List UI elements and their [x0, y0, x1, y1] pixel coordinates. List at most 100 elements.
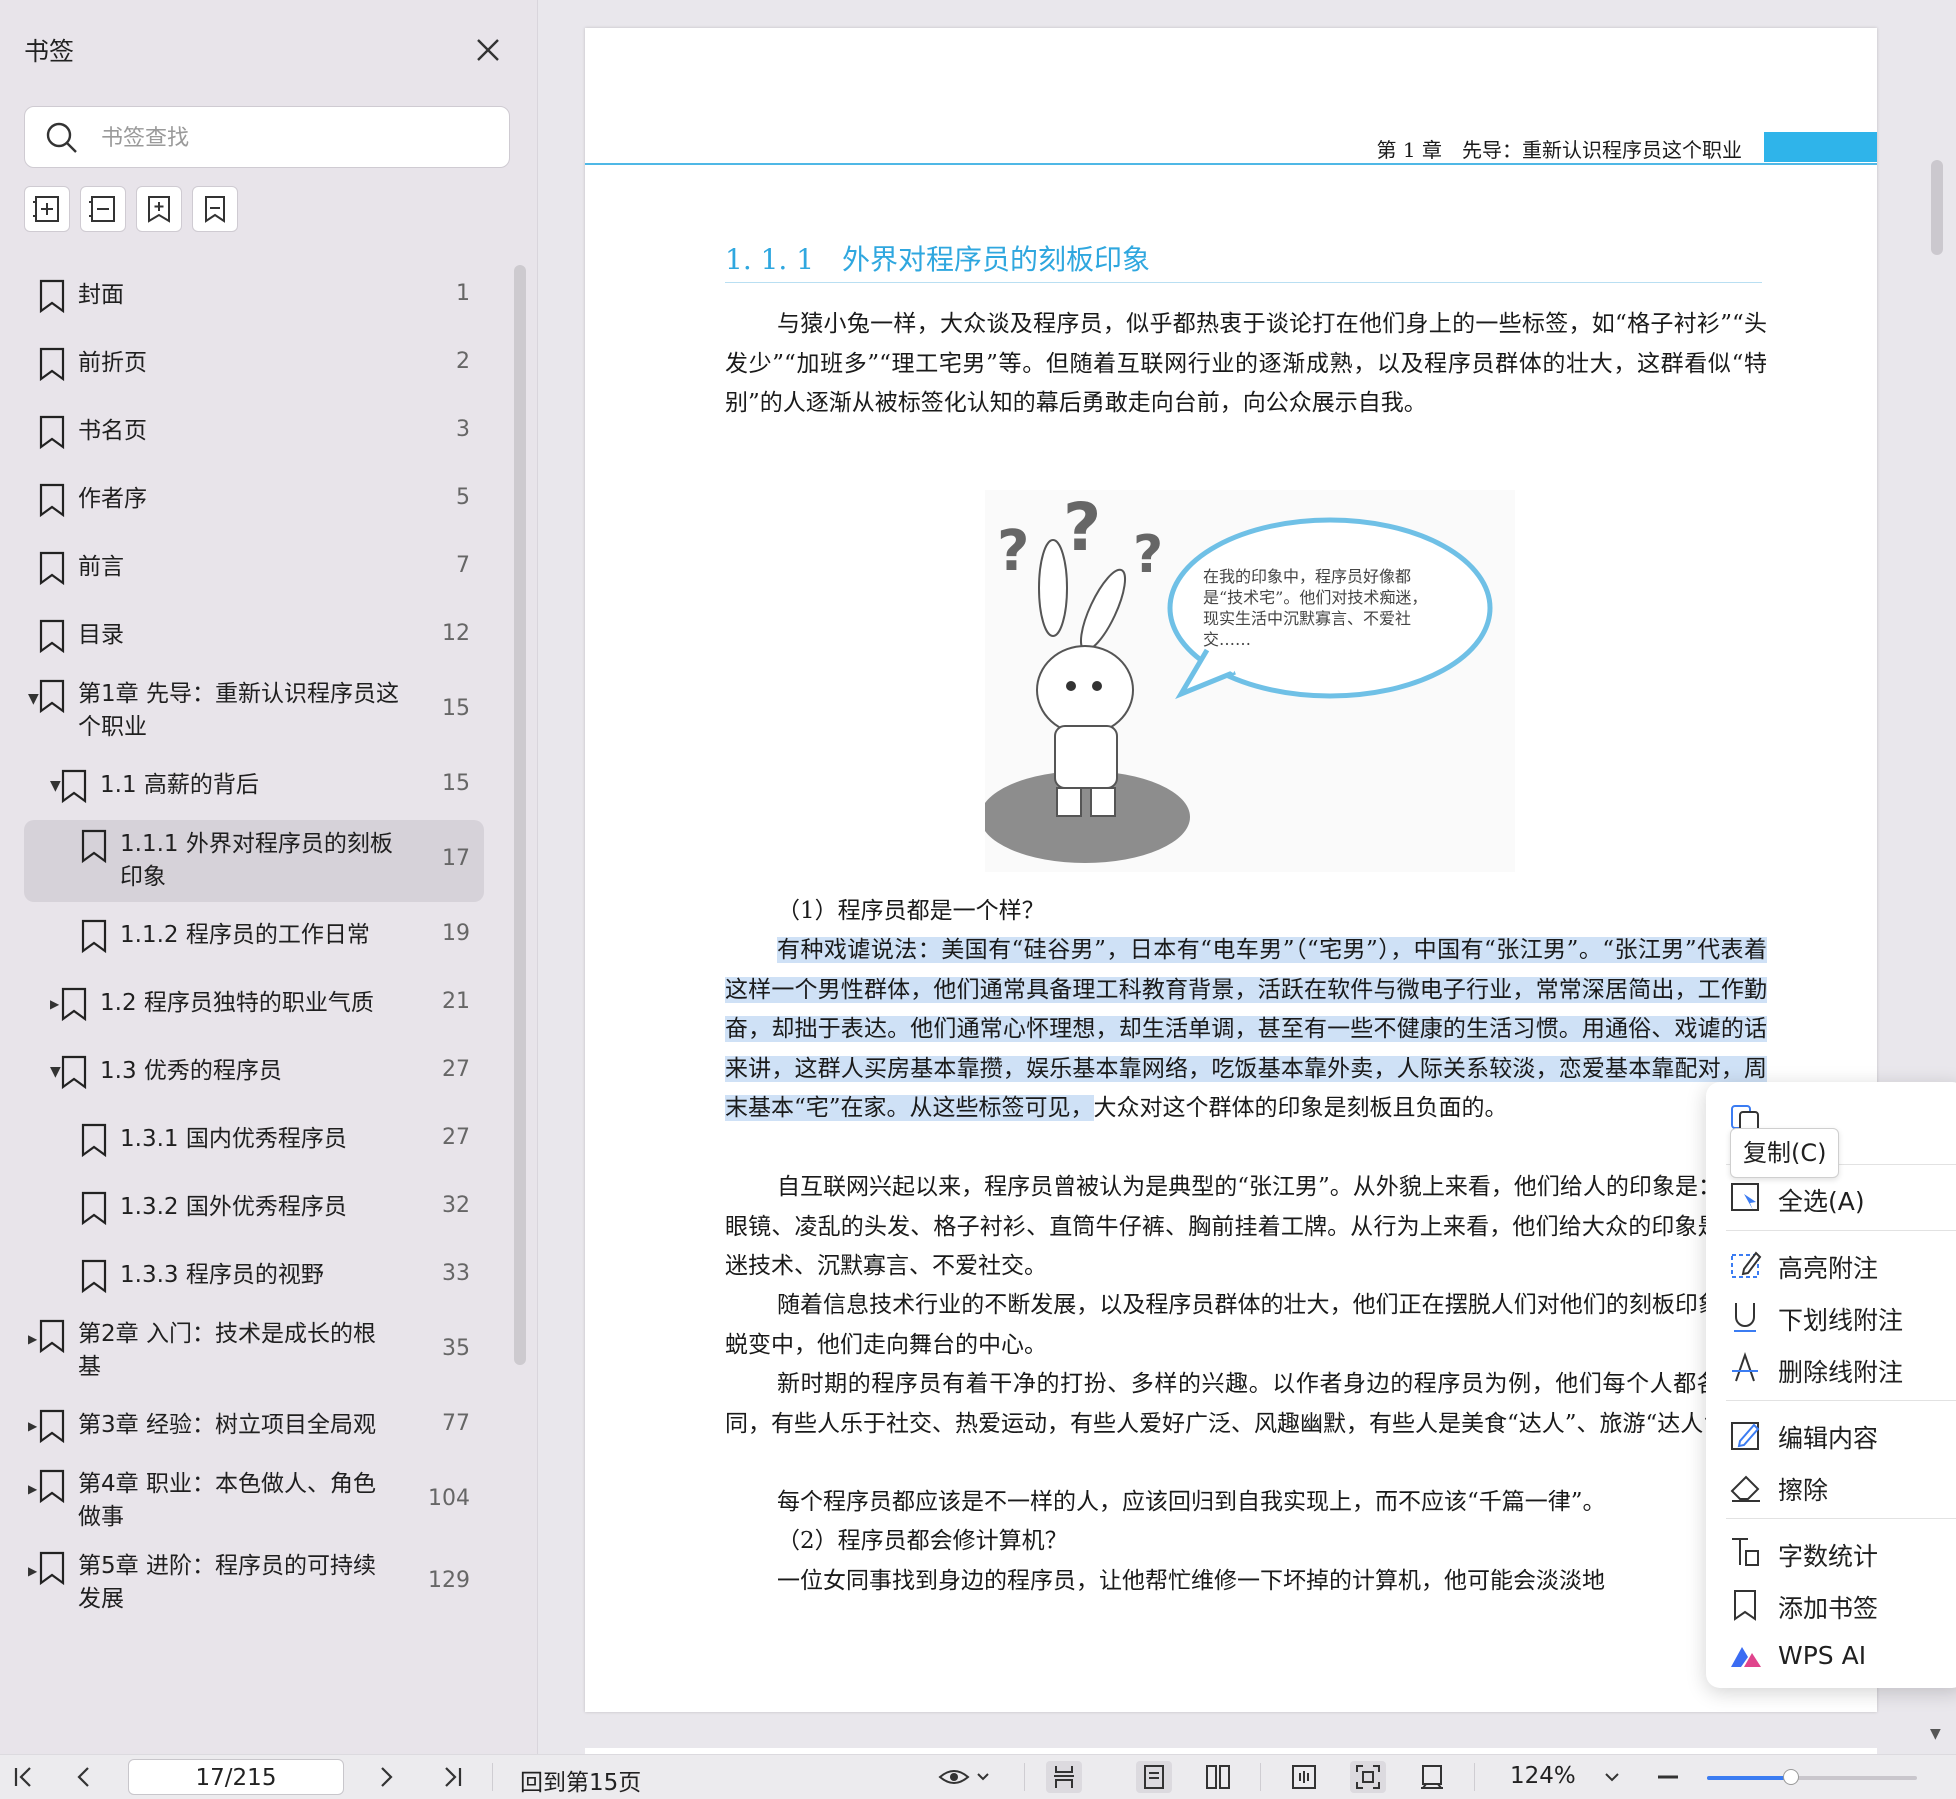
bookmark-item[interactable]: ▶ 第3章 经验：树立项目全局观 77: [24, 1392, 484, 1460]
eraser-icon: [1730, 1475, 1760, 1502]
bookmark-search-box[interactable]: [24, 106, 510, 168]
menu-erase[interactable]: 擦除: [1706, 1461, 1956, 1511]
intro-paragraph[interactable]: 与猿小兔一样，大众谈及程序员，似乎都热衷于谈论打在他们身上的一些标签，如“格子衬…: [725, 305, 1767, 424]
question-1[interactable]: （1）程序员都是一个样？: [725, 892, 1767, 932]
bookmark-item[interactable]: 前折页 2: [24, 330, 484, 398]
paragraph-6[interactable]: 每个程序员都应该是不一样的人，应该回归到自我实现上，而不应该“千篇一律”。: [725, 1483, 1767, 1523]
close-icon[interactable]: [470, 32, 506, 68]
fit-page-button[interactable]: [1350, 1761, 1386, 1793]
first-page-button[interactable]: [6, 1761, 42, 1793]
bookmark-item[interactable]: 1.3.2 国外优秀程序员 32: [24, 1174, 484, 1242]
fit-width-button[interactable]: [1286, 1761, 1322, 1793]
bookmark-label: 书名页: [78, 418, 147, 444]
bookmark-icon: [39, 1469, 65, 1504]
zoom-level[interactable]: 124%: [1510, 1763, 1576, 1789]
single-page-button[interactable]: [1136, 1761, 1172, 1793]
scroll-down-arrow-icon[interactable]: ▼: [1930, 1726, 1941, 1742]
add-bookmark-button[interactable]: [24, 186, 70, 232]
bookmark-item[interactable]: 目录 12: [24, 602, 484, 670]
sidebar-scrollbar[interactable]: [514, 265, 526, 1365]
menu-strikethrough-note[interactable]: 删除线附注: [1706, 1343, 1956, 1393]
document-scrollbar[interactable]: [1931, 160, 1943, 255]
page-number-input[interactable]: 17/215: [128, 1759, 344, 1795]
menu-wps-ai[interactable]: WPS AI: [1706, 1631, 1956, 1681]
bookmark-item[interactable]: ▶ 第5章 进阶：程序员的可持续 发展 129: [24, 1542, 484, 1624]
chevron-right-icon: [381, 1767, 393, 1787]
bookmark-icon: [39, 679, 65, 714]
svg-text:?: ?: [997, 519, 1029, 584]
rotate-page-button[interactable]: [1414, 1761, 1450, 1793]
status-bar: 17/215 回到第15页 124%: [0, 1754, 1956, 1799]
next-page-button[interactable]: [368, 1761, 404, 1793]
zoom-slider-fill: [1707, 1776, 1791, 1780]
menu-add-bookmark[interactable]: 添加书签: [1706, 1579, 1956, 1629]
bookmark-page-number: 27: [442, 1125, 470, 1150]
eye-protection-toggle[interactable]: [934, 1761, 994, 1793]
zoom-out-button[interactable]: [1650, 1761, 1686, 1793]
svg-text:?: ?: [1063, 490, 1101, 566]
bookmark-list: 封面 1 前折页 2 书名页 3 作者序 5 前言 7 目录 12 ▼ 第1章 先导：重新认识程序员这 个职…: [0, 262, 510, 1754]
rotate-page-icon: [1421, 1765, 1443, 1789]
remove-bookmark-button[interactable]: [80, 186, 126, 232]
single-page-icon: [1144, 1765, 1164, 1789]
bookmark-item[interactable]: 封面 1: [24, 262, 484, 330]
menu-word-count[interactable]: 字数统计: [1706, 1527, 1956, 1577]
bookmark-label: 1.2 程序员独特的职业气质: [100, 990, 374, 1016]
chevron-left-icon: [77, 1767, 89, 1787]
svg-text:?: ?: [1133, 525, 1163, 585]
continuous-scroll-button[interactable]: [1046, 1761, 1082, 1793]
bookmark-item[interactable]: ▶ 第2章 入门：技术是成长的根基 35: [24, 1310, 484, 1392]
bookmark-icon: [39, 619, 65, 654]
rabbit-illustration: ? ? ? 在我的印象中，程序员好像都是“技术宅”。他们对技术痴迷，现实生活中沉…: [980, 489, 1515, 872]
bookmark-page-number: 33: [442, 1261, 470, 1286]
bookmark-label: 1.3.1 国内优秀程序员: [120, 1126, 347, 1152]
zoom-slider[interactable]: [1707, 1769, 1917, 1785]
edit-content-icon: [1731, 1422, 1760, 1450]
remove-bookmark-icon: [89, 196, 115, 222]
bookmark-item[interactable]: 书名页 3: [24, 398, 484, 466]
bookmark-item[interactable]: 1.3.3 程序员的视野 33: [24, 1242, 484, 1310]
menu-select-all[interactable]: 全选(A): [1706, 1172, 1956, 1222]
bookmark-item[interactable]: 前言 7: [24, 534, 484, 602]
bookmark-item[interactable]: ▼ 1.1 高薪的背后 15: [24, 752, 484, 820]
two-page-button[interactable]: [1200, 1761, 1236, 1793]
previous-page-button[interactable]: [66, 1761, 102, 1793]
menu-highlight-note[interactable]: 高亮附注: [1706, 1239, 1956, 1289]
bookmark-item[interactable]: ▼ 1.3 优秀的程序员 27: [24, 1038, 484, 1106]
search-icon: [46, 122, 77, 153]
bookmark-icon: [39, 347, 65, 382]
copy-tooltip: 复制(C): [1730, 1128, 1840, 1178]
bookmark-item[interactable]: ▶ 1.2 程序员独特的职业气质 21: [24, 970, 484, 1038]
paragraph-7[interactable]: 一位女同事找到身边的程序员，让他帮忙维修一下坏掉的计算机，他可能会淡淡地: [725, 1562, 1767, 1602]
question-2[interactable]: （2）程序员都会修计算机？: [725, 1522, 1767, 1562]
menu-edit-content[interactable]: 编辑内容: [1706, 1409, 1956, 1459]
bookmark-label: 第2章 入门：技术是成长的根基: [78, 1321, 376, 1380]
bookmark-page-number: 129: [428, 1568, 470, 1593]
bookmark-item[interactable]: 1.1.1 外界对程序员的刻板 印象 17: [24, 820, 484, 902]
bookmark-icon: [81, 1191, 107, 1226]
paragraph-4[interactable]: 随着信息技术行业的不断发展，以及程序员群体的壮大，他们正在摆脱人们对他们的刻板印…: [725, 1286, 1767, 1365]
zoom-slider-handle[interactable]: [1783, 1769, 1799, 1785]
running-header: 第 1 章 先导：重新认识程序员这个职业: [1376, 138, 1742, 162]
back-to-page-link[interactable]: 回到第15页: [520, 1763, 641, 1797]
bookmark-icon: [39, 1409, 65, 1444]
insert-bookmark-button[interactable]: [136, 186, 182, 232]
bookmark-item[interactable]: ▶ 第4章 职业：本色做人、角色 做事 104: [24, 1460, 484, 1542]
bookmark-item[interactable]: ▼ 第1章 先导：重新认识程序员这 个职业 15: [24, 670, 484, 752]
bookmark-search-input[interactable]: [99, 115, 493, 161]
bookmark-page-number: 5: [456, 485, 470, 510]
last-page-button[interactable]: [434, 1761, 470, 1793]
bookmark-label: 第3章 经验：树立项目全局观: [78, 1412, 376, 1438]
highlighted-paragraph[interactable]: 有种戏谑说法：美国有“硅谷男”，日本有“电车男”（“宅男”），中国有“张江男”。…: [725, 931, 1767, 1129]
bookmark-item[interactable]: 作者序 5: [24, 466, 484, 534]
paragraph-5[interactable]: 新时期的程序员有着干净的打扮、多样的兴趣。以作者身边的程序员为例，他们每个人都各…: [725, 1365, 1767, 1444]
paragraph-3[interactable]: 自互联网兴起以来，程序员曾被认为是典型的“张江男”。从外貌上来看，他们给人的印象…: [725, 1168, 1767, 1287]
zoom-dropdown[interactable]: [1594, 1761, 1630, 1793]
bookmark-item[interactable]: 1.1.2 程序员的工作日常 19: [24, 902, 484, 970]
bookmark-page-number: 15: [442, 771, 470, 796]
text-selection[interactable]: 有种戏谑说法：美国有“硅谷男”，日本有“电车男”（“宅男”），中国有“张江男”。…: [725, 937, 1767, 1121]
menu-underline-note[interactable]: 下划线附注: [1706, 1291, 1956, 1341]
bookmark-item[interactable]: 1.3.1 国内优秀程序员 27: [24, 1106, 484, 1174]
header-rule: [585, 163, 1877, 165]
bookmark-settings-button[interactable]: [192, 186, 238, 232]
